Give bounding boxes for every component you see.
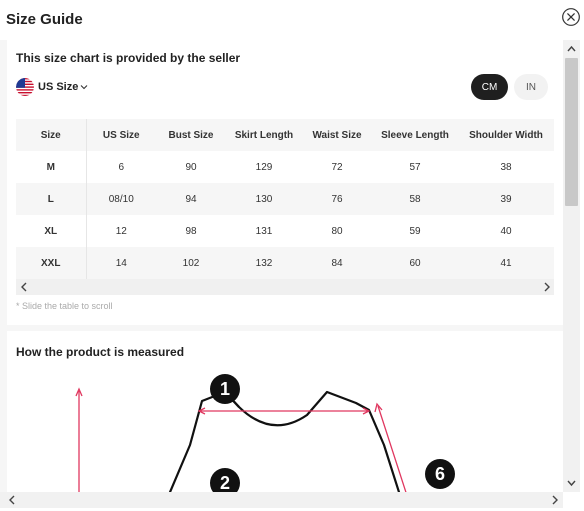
marker-2: 2 (210, 468, 240, 492)
table-cell: 84 (331, 257, 343, 269)
table-cell: 98 (185, 225, 197, 237)
table-header-row: Size US Size Bust Size Skirt Length Wais… (16, 119, 554, 151)
table-cell: 41 (500, 257, 512, 269)
table-row: L 08/10 94 130 76 58 39 (16, 183, 554, 215)
table-cell: 94 (185, 193, 197, 205)
length-arrow (75, 387, 83, 492)
size-guide-modal: Size Guide This size chart is provided b… (0, 0, 584, 511)
size-system-select[interactable]: US Size (16, 77, 88, 97)
table-cell: 80 (331, 225, 343, 237)
scroll-left-icon[interactable] (19, 281, 29, 293)
col-header: US Size (102, 129, 140, 141)
vertical-scrollbar[interactable] (563, 40, 580, 492)
col-header: Sleeve Length (381, 129, 449, 141)
chevron-down-icon (80, 85, 88, 90)
table-horizontal-scrollbar[interactable] (16, 279, 554, 295)
table-cell: 131 (255, 225, 273, 237)
table-cell: M (16, 151, 87, 183)
close-icon[interactable] (562, 8, 580, 26)
table-cell: XL (16, 215, 87, 247)
scroll-down-icon[interactable] (566, 478, 577, 488)
garment-outline (168, 390, 401, 492)
col-header: Bust Size (168, 129, 214, 141)
modal-content[interactable]: This size chart is provided by the selle… (0, 40, 563, 492)
scroll-up-icon[interactable] (566, 44, 577, 54)
size-chart-card: This size chart is provided by the selle… (7, 40, 563, 325)
col-header: Size (16, 119, 87, 151)
table-cell: 38 (500, 161, 512, 173)
col-header: Waist Size (312, 129, 362, 141)
measurement-card: How the product is measured 1 2 6 (7, 331, 563, 492)
table-cell: 14 (115, 257, 127, 269)
table-cell: 58 (409, 193, 421, 205)
col-header: Skirt Length (234, 129, 294, 141)
table-row: XL 12 98 131 80 59 40 (16, 215, 554, 247)
horizontal-scrollbar[interactable] (0, 492, 563, 508)
scroll-right-icon[interactable] (550, 494, 560, 506)
table-cell: 39 (500, 193, 512, 205)
col-header: Shoulder Width (469, 129, 543, 141)
table-cell: L (16, 183, 87, 215)
bust-arrow (197, 407, 371, 415)
marker-1-label: 1 (220, 379, 230, 399)
table-cell: 12 (115, 225, 127, 237)
table-cell: 6 (118, 161, 125, 173)
modal-header: Size Guide (0, 0, 584, 40)
garment-diagram: 1 2 6 (75, 374, 455, 492)
table-cell: 40 (500, 225, 512, 237)
table-cell: 08/10 (108, 193, 134, 205)
marker-1: 1 (210, 374, 240, 404)
marker-2-label: 2 (220, 473, 230, 492)
table-cell: 130 (255, 193, 273, 205)
unit-cm-button[interactable]: CM (471, 74, 508, 100)
scroll-right-icon[interactable] (542, 281, 552, 293)
table-cell: 72 (331, 161, 343, 173)
measurement-title: How the product is measured (16, 345, 185, 359)
table-cell: 132 (255, 257, 273, 269)
sleeve-arrow (374, 402, 407, 492)
table-row: M 6 90 129 72 57 38 (16, 151, 554, 183)
table-row: XXL 14 102 132 84 60 41 (16, 247, 554, 279)
table-cell: 60 (409, 257, 421, 269)
scroll-hint: * Slide the table to scroll (16, 301, 113, 311)
seller-note: This size chart is provided by the selle… (16, 51, 241, 65)
table-cell: 129 (255, 161, 273, 173)
unit-in-button[interactable]: IN (514, 74, 548, 100)
marker-6: 6 (425, 459, 455, 489)
size-system-label: US Size (38, 81, 79, 93)
scrollbar-thumb[interactable] (565, 58, 578, 206)
modal-title: Size Guide (6, 11, 83, 28)
size-table[interactable]: Size US Size Bust Size Skirt Length Wais… (16, 119, 554, 279)
marker-6-label: 6 (435, 464, 445, 484)
table-cell: 102 (182, 257, 200, 269)
table-cell: 59 (409, 225, 421, 237)
table-cell: 57 (409, 161, 421, 173)
us-flag-icon (16, 78, 34, 96)
scroll-left-icon[interactable] (7, 494, 17, 506)
table-cell: XXL (16, 247, 87, 279)
table-cell: 90 (185, 161, 197, 173)
table-cell: 76 (331, 193, 343, 205)
